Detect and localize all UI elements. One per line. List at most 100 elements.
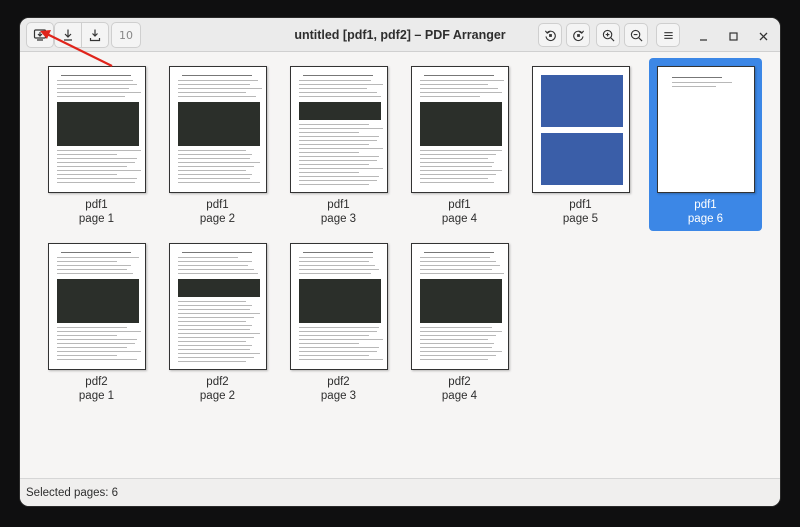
thumbnail-text-line: [298, 269, 379, 271]
thumbnail-text-line: [56, 92, 141, 94]
thumbnail-text-line: [298, 180, 377, 182]
zoom-out-button[interactable]: [624, 23, 648, 47]
thumbnail-text-line: [177, 301, 246, 303]
thumbnail-text-line: [298, 164, 369, 166]
page-thumbnail-tile[interactable]: pdf1 page 3: [282, 58, 395, 231]
thumbnail-text-line: [419, 359, 488, 361]
page-thumbnail-tile[interactable]: pdf1 page 4: [403, 58, 516, 231]
thumbnail-text-line: [298, 84, 383, 86]
thumbnail-text-line: [298, 148, 383, 150]
page-thumbnail-tile[interactable]: pdf1 page 6: [649, 58, 762, 231]
thumbnail-text-line: [298, 172, 359, 174]
page-number-label: page 2: [199, 390, 236, 402]
thumbnail-text-line: [177, 325, 252, 327]
thumbnail-text-line: [419, 351, 502, 353]
thumbnail-text-line: [177, 269, 254, 271]
thumbnail-text-line: [56, 343, 135, 345]
thumbnail-text-line: [298, 261, 369, 263]
thumbnail-text-line: [177, 361, 246, 363]
page-doc-label: pdf1: [569, 199, 592, 211]
maximize-button[interactable]: [724, 27, 742, 45]
thumbnail-screenshot: [540, 133, 623, 185]
minimize-button[interactable]: [694, 27, 712, 45]
thumbnail-code-block: [177, 279, 260, 297]
thumbnail-text-line: [177, 166, 254, 168]
thumbnail-text-line: [56, 359, 137, 361]
thumbnail-text-line: [419, 96, 480, 98]
zoom-in-button[interactable]: [596, 23, 620, 47]
thumbnail-screenshot: [56, 279, 139, 323]
page-thumbnail: [168, 243, 267, 370]
page-thumbnail-tile[interactable]: pdf2 page 3: [282, 235, 395, 408]
thumbnail-text-line: [298, 96, 381, 98]
thumbnail-screenshot: [56, 102, 139, 146]
rotate-right-button[interactable]: [566, 23, 590, 47]
page-number-label: page 2: [199, 213, 236, 225]
page-thumbnail-tile[interactable]: pdf2 page 1: [40, 235, 153, 408]
thumbnail-text-line: [423, 252, 494, 254]
maximize-icon: [728, 31, 738, 41]
thumbnail-screenshot: [419, 279, 502, 323]
minimize-icon: [699, 38, 707, 41]
thumbnail-text-line: [56, 88, 129, 90]
page-thumbnail-tile[interactable]: pdf1 page 5: [524, 58, 637, 231]
thumbnail-text-line: [177, 88, 262, 90]
thumbnail-text-line: [419, 154, 496, 156]
page-doc-label: pdf2: [448, 376, 471, 388]
page-thumbnail-tile[interactable]: pdf2 page 2: [161, 235, 274, 408]
close-button[interactable]: [754, 27, 772, 45]
thumbnail-text-line: [56, 96, 125, 98]
thumbnail-text-line: [298, 136, 379, 138]
app-window: 10 untitled [pdf1, pdf2] – PDF Arranger: [20, 18, 780, 506]
thumbnail-text-line: [423, 75, 494, 77]
thumbnail-screenshot: [177, 102, 260, 146]
page-doc-label: pdf1: [327, 199, 350, 211]
thumbnail-text-line: [177, 305, 252, 307]
thumbnail-text-line: [56, 355, 117, 357]
thumbnail-text-line: [56, 351, 141, 353]
page-number-label: page 3: [320, 390, 357, 402]
thumbnail-text-line: [419, 88, 498, 90]
thumbnail-screenshot: [540, 75, 623, 127]
page-number-label: page 6: [687, 213, 724, 225]
thumbnail-text-line: [56, 347, 127, 349]
thumbnail-text-line: [56, 257, 139, 259]
thumbnail-text-line: [298, 355, 369, 357]
page-thumbnail: [47, 66, 146, 193]
thumbnail-text-line: [177, 150, 246, 152]
thumbnail-text-line: [419, 335, 496, 337]
thumbnail-text-line: [56, 335, 117, 337]
page-doc-label: pdf2: [327, 376, 350, 388]
page-thumbnail-tile[interactable]: pdf2 page 4: [403, 235, 516, 408]
page-thumbnail: [289, 66, 388, 193]
page-thumbnail: [656, 66, 755, 193]
page-thumbnail: [410, 66, 509, 193]
thumbnail-text-line: [298, 273, 371, 275]
rotate-left-button[interactable]: [538, 23, 562, 47]
main-menu-button[interactable]: [656, 23, 680, 47]
thumbnail-text-line: [177, 178, 250, 180]
thumbnail-text-line: [56, 154, 117, 156]
thumbnail-text-line: [56, 178, 137, 180]
thumbnail-text-line: [56, 269, 127, 271]
thumbnail-text-line: [181, 252, 252, 254]
thumbnail-text-line: [298, 88, 367, 90]
page-thumbnail-tile[interactable]: pdf1 page 1: [40, 58, 153, 231]
thumbnail-text-line: [419, 257, 490, 259]
thumbnail-text-line: [56, 273, 133, 275]
thumbnail-text-line: [177, 92, 246, 94]
thumbnail-text-line: [298, 331, 377, 333]
page-thumbnail-tile[interactable]: pdf1 page 2: [161, 58, 274, 231]
page-doc-label: pdf1: [85, 199, 108, 211]
thumbnail-text-line: [419, 182, 494, 184]
thumbnail-text-line: [298, 152, 359, 154]
thumbnail-text-line: [298, 168, 383, 170]
thumbnail-text-line: [177, 321, 246, 323]
thumbnail-text-line: [419, 158, 488, 160]
thumbnail-text-line: [177, 337, 254, 339]
page-doc-label: pdf1: [206, 199, 229, 211]
thumbnail-text-line: [419, 92, 502, 94]
thumbnail-text-line: [419, 80, 504, 82]
thumbnail-text-line: [298, 140, 377, 142]
thumbnail-text-line: [419, 355, 496, 357]
